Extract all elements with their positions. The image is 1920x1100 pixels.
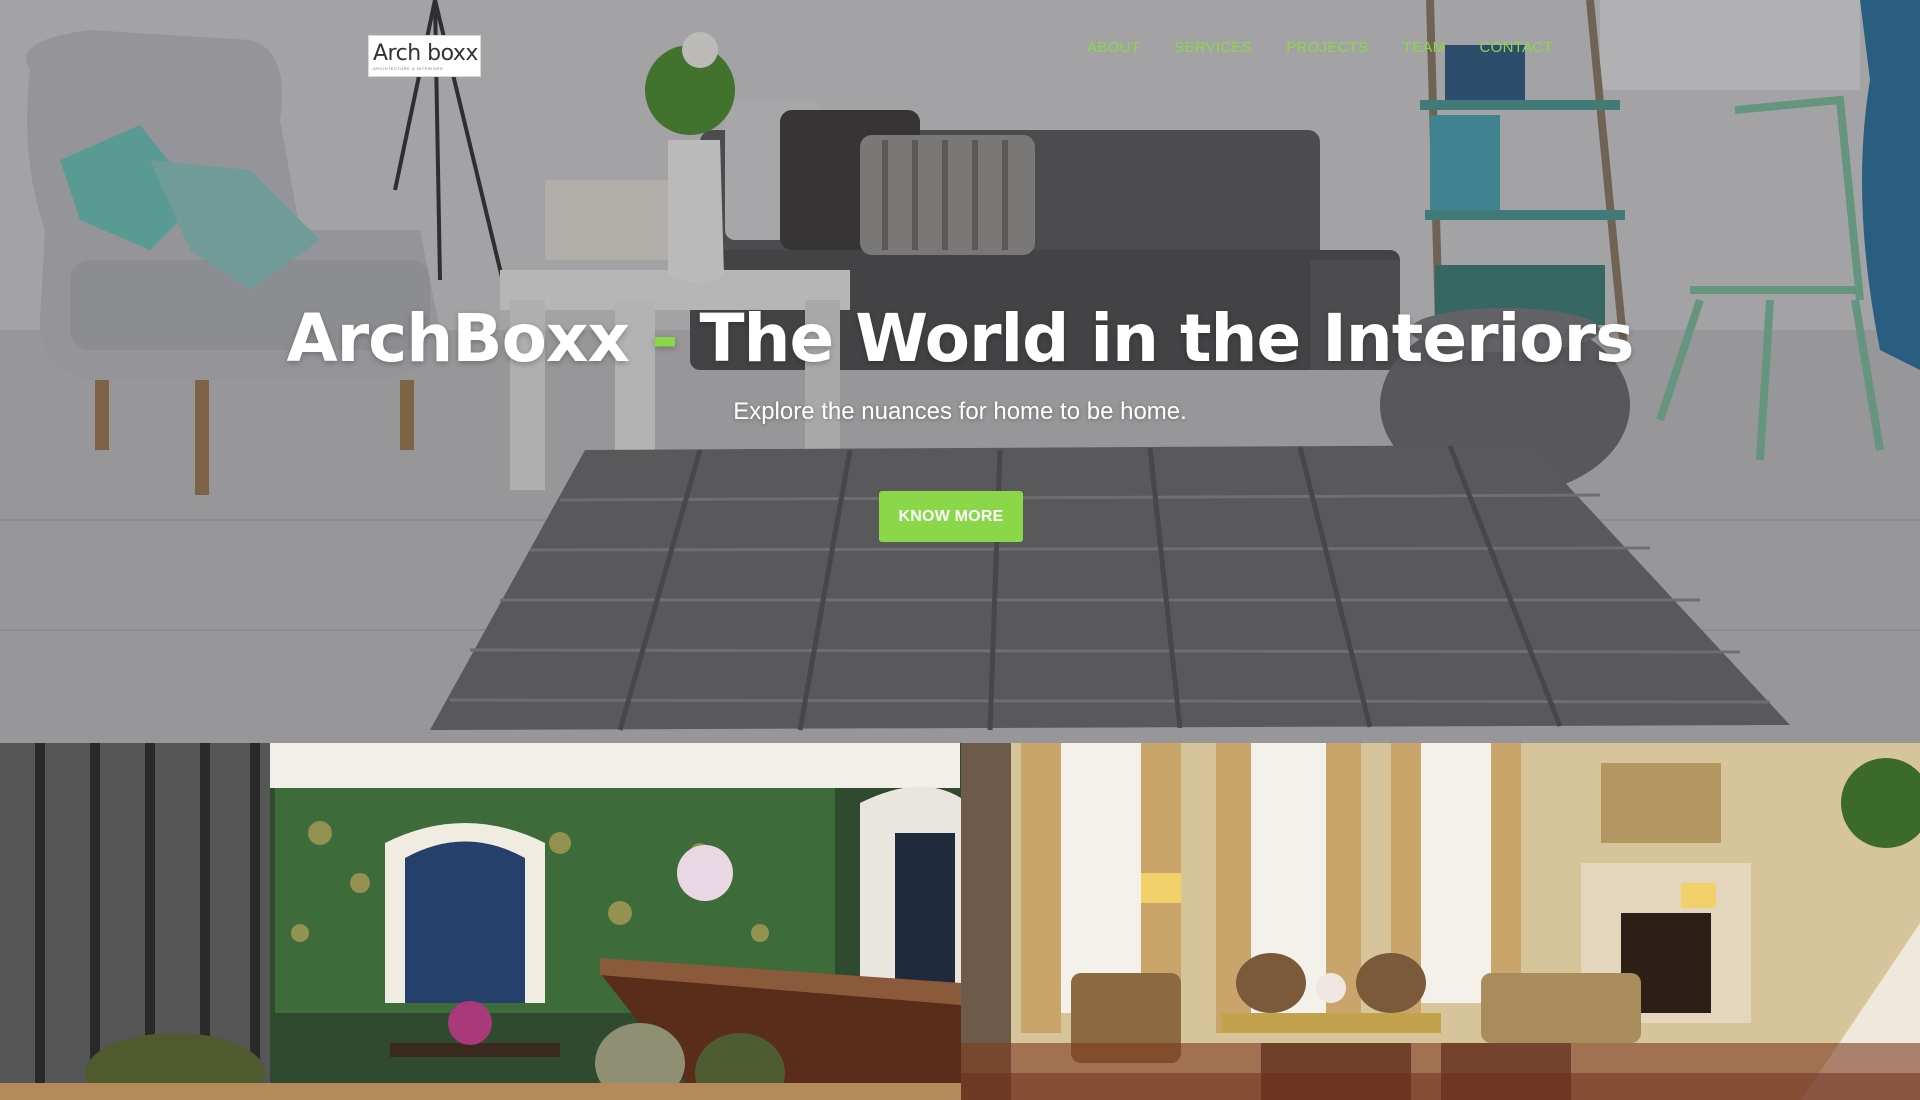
nav-link-team[interactable]: TEAM (1386, 38, 1463, 58)
gallery-strip (0, 743, 1920, 1100)
know-more-button[interactable]: KNOW MORE (879, 491, 1023, 542)
brand-logo[interactable]: Arch boxx ARCHITECTURE & INTERIORS (368, 35, 481, 77)
hero-section: Arch boxx ARCHITECTURE & INTERIORS ABOUT… (0, 0, 1920, 743)
hero-title-separator: - (651, 300, 678, 377)
hero-title-brand: ArchBoxx (286, 300, 631, 377)
gallery-image-bar-lounge[interactable] (0, 743, 961, 1100)
nav-link-contact[interactable]: CONTACT (1462, 38, 1569, 58)
nav-link-services[interactable]: SERVICES (1157, 38, 1269, 58)
logo-tagline: ARCHITECTURE & INTERIORS (373, 65, 444, 71)
hero-title: ArchBoxx - The World in the Interiors (0, 300, 1920, 377)
green-bar-lounge-image (0, 743, 961, 1100)
nav-link-about[interactable]: ABOUT (1070, 38, 1157, 58)
hero-title-rest: The World in the Interiors (699, 300, 1634, 377)
main-nav: ABOUT SERVICES PROJECTS TEAM CONTACT (1070, 38, 1570, 58)
gallery-image-classic-living[interactable] (961, 743, 1920, 1100)
classic-living-room-image (961, 743, 1920, 1100)
logo-text: Arch boxx (373, 40, 478, 66)
hero-subtitle: Explore the nuances for home to be home. (733, 398, 1187, 425)
nav-link-projects[interactable]: PROJECTS (1269, 38, 1385, 58)
